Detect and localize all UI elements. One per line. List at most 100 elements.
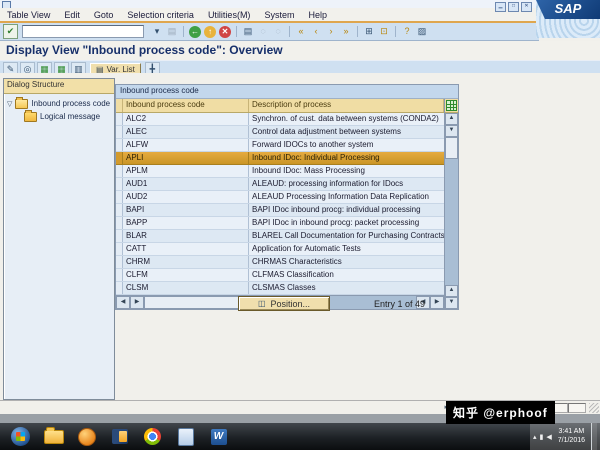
process-code-cell[interactable]: CLFM bbox=[123, 269, 249, 281]
row-selector[interactable] bbox=[116, 230, 123, 242]
process-code-cell[interactable]: ALEC bbox=[123, 126, 249, 138]
process-code-cell[interactable]: ALC2 bbox=[123, 113, 249, 125]
table-row[interactable]: AUD1 ALEAUD: processing information for … bbox=[116, 178, 444, 191]
menu-item[interactable]: Edit bbox=[57, 10, 87, 20]
process-code-cell[interactable]: BAPP bbox=[123, 217, 249, 229]
menu-item[interactable]: Goto bbox=[87, 10, 121, 20]
process-desc-cell[interactable]: Forward IDOCs to another system bbox=[249, 139, 444, 151]
process-desc-cell[interactable]: BAPI IDoc in inbound procg: packet proce… bbox=[249, 217, 444, 229]
table-settings-corner[interactable] bbox=[445, 99, 458, 113]
scroll-down-end-icon[interactable]: ▼ bbox=[445, 297, 458, 309]
process-desc-cell[interactable]: CLFMAS Classification bbox=[249, 269, 444, 281]
menu-item[interactable]: Table View bbox=[0, 10, 57, 20]
sap-logon-icon[interactable] bbox=[70, 423, 103, 450]
row-selector[interactable] bbox=[116, 204, 123, 216]
new-session-icon[interactable]: ⊞ bbox=[362, 25, 376, 38]
row-selector[interactable] bbox=[116, 256, 123, 268]
back-icon[interactable]: ← bbox=[189, 25, 201, 38]
process-code-cell[interactable]: AUD2 bbox=[123, 191, 249, 203]
exit-icon[interactable]: ↑ bbox=[204, 25, 216, 38]
table-row[interactable]: APLM Inbound IDoc: Mass Processing bbox=[116, 165, 444, 178]
show-desktop-button[interactable] bbox=[591, 423, 597, 450]
find-icon[interactable]: ◌ bbox=[256, 25, 270, 38]
row-selector[interactable] bbox=[116, 217, 123, 229]
last-page-icon[interactable]: » bbox=[339, 25, 353, 38]
process-code-cell[interactable]: APLI bbox=[123, 152, 249, 164]
cancel-icon[interactable]: ✕ bbox=[219, 25, 231, 38]
process-desc-cell[interactable]: CLSMAS Classes bbox=[249, 282, 444, 294]
process-code-cell[interactable]: CHRM bbox=[123, 256, 249, 268]
row-selector[interactable] bbox=[116, 126, 123, 138]
process-desc-cell[interactable]: ALEAUD Processing Information Data Repli… bbox=[249, 191, 444, 203]
notes-icon[interactable] bbox=[103, 423, 136, 450]
position-button[interactable]: ◫ Position... bbox=[238, 296, 330, 311]
notepad-icon[interactable] bbox=[169, 423, 202, 450]
table-row[interactable]: CLFM CLFMAS Classification bbox=[116, 269, 444, 282]
shortcut-icon[interactable]: ⊡ bbox=[377, 25, 391, 38]
command-input[interactable] bbox=[22, 25, 144, 38]
process-code-cell[interactable]: AUD1 bbox=[123, 178, 249, 190]
customize-icon[interactable]: ▨ bbox=[415, 25, 429, 38]
print-icon[interactable]: ▤ bbox=[241, 25, 255, 38]
process-desc-cell[interactable]: BLAREL Call Documentation for Purchasing… bbox=[249, 230, 444, 242]
close-button[interactable]: ✕ bbox=[521, 2, 532, 12]
scroll-right-end-icon[interactable]: ▶ bbox=[430, 296, 444, 309]
process-code-cell[interactable]: CLSM bbox=[123, 282, 249, 294]
process-desc-cell[interactable]: CHRMAS Characteristics bbox=[249, 256, 444, 268]
process-desc-cell[interactable]: Inbound IDoc: Mass Processing bbox=[249, 165, 444, 177]
scroll-up-end-icon[interactable]: ▲ bbox=[445, 285, 458, 297]
expand-arrow-icon[interactable]: ▽ bbox=[7, 100, 12, 108]
process-code-cell[interactable]: BLAR bbox=[123, 230, 249, 242]
volume-icon[interactable]: ◀ bbox=[546, 433, 551, 441]
row-selector[interactable] bbox=[116, 269, 123, 281]
scroll-up-icon[interactable]: ▲ bbox=[445, 113, 458, 125]
row-selector[interactable] bbox=[116, 139, 123, 151]
tree-node-inbound-process-code[interactable]: ▽ Inbound process code bbox=[4, 96, 114, 110]
selector-column-header[interactable] bbox=[116, 99, 123, 112]
start-button[interactable] bbox=[4, 423, 37, 450]
process-desc-cell[interactable]: Synchron. of cust. data between systems … bbox=[249, 113, 444, 125]
row-selector[interactable] bbox=[116, 243, 123, 255]
row-selector[interactable] bbox=[116, 152, 123, 164]
process-desc-cell[interactable]: Control data adjustment between systems bbox=[249, 126, 444, 138]
process-desc-cell[interactable]: Application for Automatic Tests bbox=[249, 243, 444, 255]
table-row[interactable]: CLSM CLSMAS Classes bbox=[116, 282, 444, 295]
save-icon[interactable]: ▤ bbox=[165, 25, 179, 38]
scroll-right-icon[interactable]: ▶ bbox=[130, 296, 144, 309]
find-next-icon[interactable]: ◌ bbox=[271, 25, 285, 38]
description-column-header[interactable]: Description of process bbox=[249, 99, 444, 112]
dropdown-icon[interactable]: ▾ bbox=[150, 25, 164, 38]
table-row[interactable]: CHRM CHRMAS Characteristics bbox=[116, 256, 444, 269]
tray-expand-icon[interactable]: ▴ bbox=[533, 433, 537, 441]
row-selector[interactable] bbox=[116, 178, 123, 190]
v-scroll-track[interactable] bbox=[445, 159, 458, 285]
help-icon[interactable]: ? bbox=[400, 25, 414, 38]
table-row[interactable]: ALC2 Synchron. of cust. data between sys… bbox=[116, 113, 444, 126]
row-selector[interactable] bbox=[116, 191, 123, 203]
table-row[interactable]: ALEC Control data adjustment between sys… bbox=[116, 126, 444, 139]
process-desc-cell[interactable]: BAPI IDoc inbound procg: individual proc… bbox=[249, 204, 444, 216]
next-page-icon[interactable]: › bbox=[324, 25, 338, 38]
process-desc-cell[interactable]: ALEAUD: processing information for IDocs bbox=[249, 178, 444, 190]
table-row[interactable]: AUD2 ALEAUD Processing Information Data … bbox=[116, 191, 444, 204]
menu-item[interactable]: Utilities(M) bbox=[201, 10, 258, 20]
menu-item[interactable]: System bbox=[257, 10, 301, 20]
menu-item[interactable]: Selection criteria bbox=[120, 10, 201, 20]
process-desc-cell[interactable]: Inbound IDoc: Individual Processing bbox=[249, 152, 444, 164]
tree-node-logical-message[interactable]: Logical message bbox=[4, 109, 114, 123]
row-selector[interactable] bbox=[116, 282, 123, 294]
table-row[interactable]: BLAR BLAREL Call Documentation for Purch… bbox=[116, 230, 444, 243]
explorer-icon[interactable] bbox=[37, 423, 70, 450]
process-code-cell[interactable]: APLM bbox=[123, 165, 249, 177]
code-column-header[interactable]: Inbound process code bbox=[123, 99, 249, 112]
first-page-icon[interactable]: « bbox=[294, 25, 308, 38]
minimize-button[interactable]: ▁ bbox=[495, 2, 506, 12]
table-row[interactable]: BAPP BAPI IDoc in inbound procg: packet … bbox=[116, 217, 444, 230]
table-row[interactable]: APLI Inbound IDoc: Individual Processing bbox=[116, 152, 444, 165]
vertical-scrollbar[interactable]: ▲ ▼ ▲ ▼ bbox=[444, 99, 458, 309]
chrome-icon[interactable] bbox=[136, 423, 169, 450]
scroll-left-icon[interactable]: ◀ bbox=[116, 296, 130, 309]
scroll-down-icon[interactable]: ▼ bbox=[445, 125, 458, 137]
enter-icon[interactable]: ✔ bbox=[3, 24, 18, 39]
menu-item[interactable]: Help bbox=[301, 10, 334, 20]
